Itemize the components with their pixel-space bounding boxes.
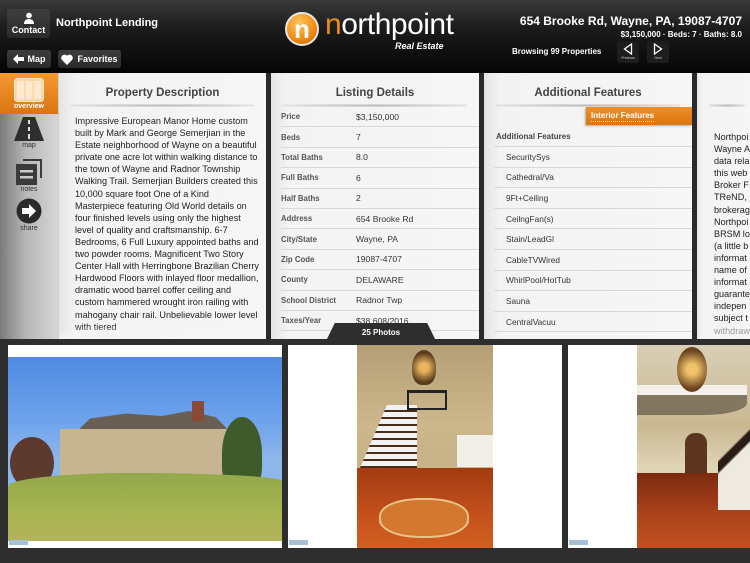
lender-name: Northpoint Lending xyxy=(56,17,159,29)
feature-item: Sauna xyxy=(494,291,692,312)
detail-row-school-district: School District Radnor Twp xyxy=(281,291,479,311)
photo-strip[interactable] xyxy=(0,339,750,563)
browsing-count: Browsing 99 Properties xyxy=(512,47,602,56)
center-hall-photo[interactable] xyxy=(568,345,750,548)
house-exterior-image xyxy=(8,357,282,541)
feature-item: WhirlPool/HotTub xyxy=(494,271,692,292)
property-summary: $3,150,000 · Beds: 7 · Baths: 8.0 xyxy=(620,30,742,39)
sidebar-item-share[interactable]: share xyxy=(0,198,58,238)
photos-count-tab[interactable]: 25 Photos xyxy=(326,323,436,341)
feature-item: Cathedral/Va xyxy=(494,168,692,189)
favorites-button[interactable]: Favorites xyxy=(58,50,121,68)
photo-caption-tag xyxy=(569,540,588,545)
top-header: Contact Northpoint Lending Map Favorites… xyxy=(0,0,750,73)
arrow-left-icon xyxy=(12,54,24,64)
next-label: Next xyxy=(654,56,662,60)
feature-item: Stain/LeadGl xyxy=(494,229,692,250)
detail-row-zip: Zip Code 19087-4707 xyxy=(281,250,479,271)
previous-property-button[interactable]: Previous xyxy=(617,41,639,63)
interior-features-tab[interactable]: Interior Features xyxy=(586,107,692,125)
center-hall-image xyxy=(637,345,750,548)
next-property-button[interactable]: Next xyxy=(647,41,669,63)
listing-details-panel[interactable]: Listing Details Price $3,150,000 Beds 7 To… xyxy=(271,73,479,339)
map-label: Map xyxy=(27,54,46,64)
property-address: 654 Brooke Rd, Wayne, PA, 19087-4707 xyxy=(519,14,742,28)
title-divider xyxy=(71,104,254,107)
disclaimer-panel[interactable]: Northpoi Wayne A data rela this web Brok… xyxy=(697,73,750,339)
feature-item: SecuritySys xyxy=(494,147,692,168)
foyer-image xyxy=(357,345,493,548)
sidebar-item-overview[interactable]: overview xyxy=(0,73,64,114)
favorites-label: Favorites xyxy=(77,54,118,64)
sidebar-label-map: map xyxy=(22,142,36,149)
description-text: Impressive European Manor Home custom bu… xyxy=(75,116,259,332)
panel-title: Property Description xyxy=(105,87,220,99)
exterior-photo[interactable] xyxy=(8,345,282,548)
property-description-panel[interactable]: Property Description Impressive European… xyxy=(58,73,266,339)
feature-item: CeilngFan(s) xyxy=(494,209,692,230)
foyer-staircase-photo[interactable] xyxy=(288,345,562,548)
sidebar-item-notes[interactable]: notes xyxy=(0,159,58,199)
photo-caption-tag xyxy=(289,540,308,545)
logo-wordmark: northpoint xyxy=(325,8,454,41)
sidebar-label-notes: notes xyxy=(20,186,38,193)
title-divider xyxy=(709,104,745,107)
app-root: Contact Northpoint Lending Map Favorites… xyxy=(0,0,750,563)
feature-item: CableTVWired xyxy=(494,250,692,271)
photo-caption-tag xyxy=(9,540,28,545)
sidebar-label-share: share xyxy=(20,225,38,232)
detail-row-county: County DELAWARE xyxy=(281,270,479,291)
triangle-left-icon xyxy=(623,43,633,55)
features-section-header: Additional Features xyxy=(496,132,571,141)
feature-item: 9Ft+Ceiling xyxy=(494,188,692,209)
overview-icon xyxy=(14,78,44,102)
disclaimer-text: Northpoi Wayne A data rela this web Brok… xyxy=(714,132,750,336)
logo-subtitle: Real Estate xyxy=(395,41,444,51)
sidebar-label-overview: overview xyxy=(14,103,44,110)
panel-title: Listing Details xyxy=(335,87,415,99)
panel-title: Additional Features xyxy=(534,87,642,99)
additional-features-panel[interactable]: Additional Features Interior Features Ad… xyxy=(484,73,692,339)
person-icon xyxy=(23,12,34,24)
fade-overlay xyxy=(59,325,266,339)
detail-row-address: Address 654 Brooke Rd xyxy=(281,209,479,230)
detail-row-full-baths: Full Baths 6 xyxy=(281,168,479,189)
detail-row-price: Price $3,150,000 xyxy=(281,107,479,128)
detail-row-half-baths: Half Baths 2 xyxy=(281,189,479,209)
listing-details-table: Price $3,150,000 Beds 7 Total Baths 8.0 Ful… xyxy=(281,107,479,332)
features-list: SecuritySys Cathedral/Va 9Ft+Ceiling Cei… xyxy=(494,146,692,333)
heart-icon xyxy=(61,54,74,65)
back-to-map-button[interactable]: Map xyxy=(7,50,51,68)
sidebar-item-map[interactable]: map xyxy=(0,117,58,157)
northpoint-logo: n northpoint Real Estate xyxy=(285,10,455,55)
road-icon xyxy=(14,117,44,141)
notes-icon xyxy=(16,159,42,185)
previous-label: Previous xyxy=(621,56,635,60)
triangle-right-icon xyxy=(653,43,663,55)
logo-badge: n xyxy=(285,12,319,46)
contact-button[interactable]: Contact xyxy=(7,9,50,38)
detail-row-beds: Beds 7 xyxy=(281,127,479,148)
contact-label: Contact xyxy=(11,25,46,35)
feature-item: CentralVacuu xyxy=(494,312,692,333)
share-arrow-icon xyxy=(16,198,42,224)
section-sidebar: overview map notes share xyxy=(0,73,64,339)
detail-row-total-baths: Total Baths 8.0 xyxy=(281,148,479,169)
detail-row-city-state: City/State Wayne, PA xyxy=(281,229,479,250)
